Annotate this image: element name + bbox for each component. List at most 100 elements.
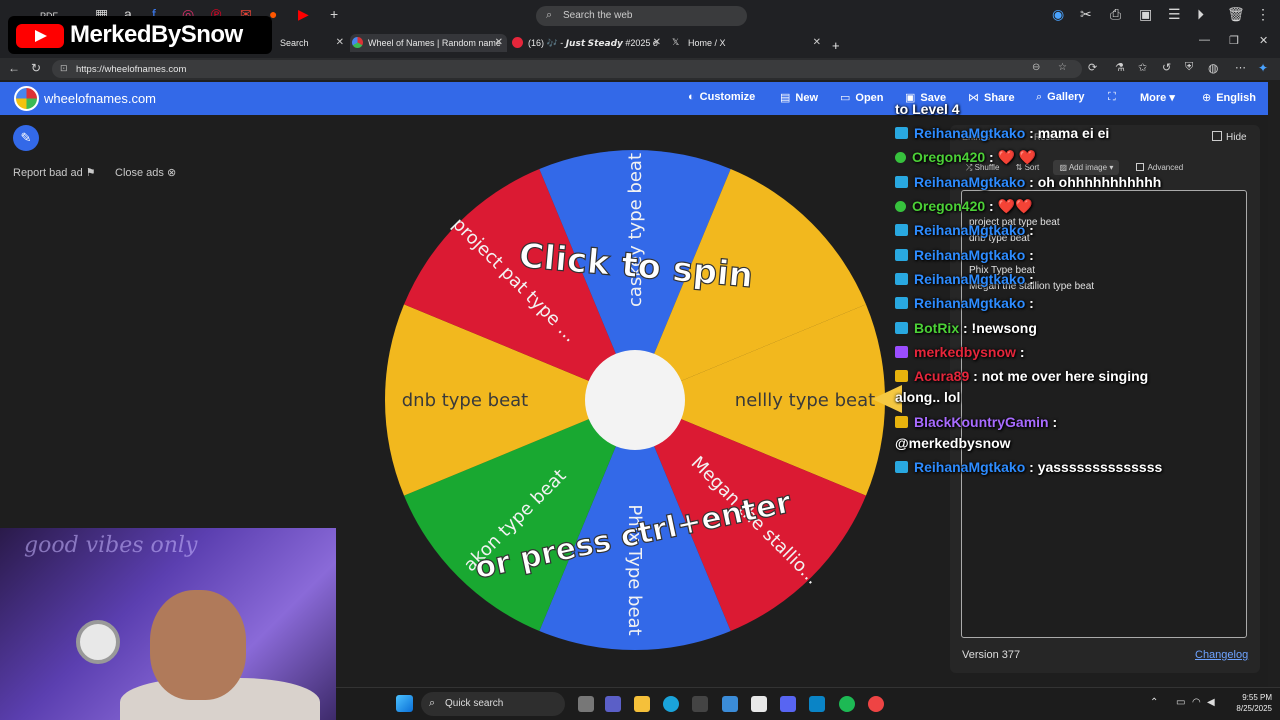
gallery-button[interactable]: ⌕ Gallery [1036, 91, 1084, 104]
chat-badge-icon [895, 176, 908, 188]
maximize-icon[interactable]: ❐ [1229, 34, 1239, 54]
chat-message: to Level 4 [895, 101, 960, 117]
changelog-link[interactable]: Changelog [1195, 649, 1248, 661]
volume-icon[interactable]: ◀ [1207, 697, 1215, 708]
edge-icon[interactable] [663, 696, 679, 712]
menu-dots-icon[interactable]: ⋮ [1256, 6, 1270, 26]
taskbar-clock[interactable]: 9:55 PM 8/25/2025 [1224, 692, 1272, 714]
chat-username: Oregon420 [912, 149, 990, 165]
teams-icon[interactable] [605, 696, 621, 712]
copilot-icon[interactable]: ✦ [1258, 61, 1268, 75]
wifi-icon[interactable]: ◠ [1192, 697, 1201, 708]
more-button[interactable]: More ▾ [1140, 91, 1175, 104]
hide-checkbox[interactable]: Hide [1212, 131, 1247, 143]
app-icon[interactable] [868, 696, 884, 712]
back-icon[interactable]: ← [8, 61, 20, 75]
windows-start-icon[interactable] [396, 695, 413, 712]
site-info-icon[interactable]: ⊡ [60, 63, 68, 74]
new-tab-button[interactable]: + [828, 34, 848, 52]
app-icon[interactable] [751, 696, 767, 712]
wheel-center-hub[interactable] [585, 350, 685, 450]
file-explorer-icon[interactable] [634, 696, 650, 712]
close-icon[interactable]: ✕ [495, 37, 503, 48]
url-text: https://wheelofnames.com [76, 64, 187, 75]
sync-icon[interactable]: ⚗ [1115, 61, 1125, 74]
tab-label: Home / X [688, 38, 726, 48]
close-icon[interactable]: ✕ [336, 37, 344, 48]
globe-icon: ⊕ [1202, 92, 1212, 104]
chat-message: ReihanaMgtkako : [895, 222, 1034, 238]
flag-icon: ⚑ [85, 167, 96, 179]
wheel-slice-label: nellly type beat [735, 390, 875, 411]
extensions-icon[interactable]: ⟳ [1088, 61, 1097, 74]
new-tab-icon[interactable]: + [330, 6, 338, 26]
history-icon[interactable]: ↺ [1162, 61, 1171, 74]
customize-button[interactable]: ◐ Customize [688, 91, 755, 103]
app-icon[interactable] [809, 696, 825, 712]
minimize-icon[interactable]: — [1199, 34, 1210, 54]
trash-icon[interactable]: 🗑 [1227, 6, 1245, 26]
edit-pencil-button[interactable]: ✎ [13, 125, 39, 151]
file-icon: ▤ [780, 92, 791, 104]
report-bad-ad-link[interactable]: Report bad ad ⚑ [13, 166, 96, 179]
site-name[interactable]: wheelofnames.com [44, 91, 156, 106]
add-image-button[interactable]: ▨ Add image ▾ [1053, 160, 1120, 175]
chat-badge-icon [895, 370, 908, 382]
channel-overlay: MerkedBySnow [8, 16, 272, 54]
tray-chevron-icon[interactable]: ⌃ [1150, 697, 1158, 708]
spotify-icon[interactable] [839, 696, 855, 712]
chat-text: : [1029, 271, 1034, 287]
url-field[interactable]: ⊡ https://wheelofnames.com ⊖ ☆ [52, 60, 1082, 78]
refresh-icon[interactable]: ↻ [31, 61, 41, 75]
language-button[interactable]: ⊕ English [1202, 91, 1256, 104]
close-window-icon[interactable]: ✕ [1259, 34, 1268, 54]
youtube-icon[interactable]: ▶ [298, 6, 309, 26]
fullscreen-button[interactable]: ⛶ [1108, 91, 1121, 104]
chat-message: merkedbysnow : [895, 344, 1025, 360]
discord-icon[interactable] [780, 696, 796, 712]
profile-avatar-icon[interactable]: ◍ [1208, 61, 1218, 75]
tab-youtube-stream[interactable]: (16) 🎶 - 𝙅𝙪𝙨𝙩 𝙎𝙩𝙚𝙖𝙙𝙮 #2025 o ✕ [510, 34, 665, 52]
site-logo-icon[interactable] [14, 86, 39, 111]
print-icon[interactable]: ⎙ [1110, 6, 1121, 26]
store-icon[interactable] [692, 696, 708, 712]
task-view-icon[interactable] [578, 696, 594, 712]
open-button[interactable]: ▭ Open [840, 91, 884, 104]
advanced-checkbox[interactable]: Advanced [1135, 163, 1183, 172]
close-ads-link[interactable]: Close ads ⊗ [115, 166, 176, 179]
address-bar-row: ← ↻ ⊡ https://wheelofnames.com ⊖ ☆ ⟳ ⚗ ✩… [0, 58, 1280, 80]
notes-icon[interactable]: ☰ [1168, 6, 1181, 26]
new-button[interactable]: ▤ New [780, 91, 818, 104]
chat-text: : [1052, 414, 1058, 430]
settings-dots-icon[interactable]: ⋯ [1235, 61, 1246, 74]
channel-name: MerkedBySnow [70, 21, 243, 48]
chat-message: along.. lol [895, 389, 960, 405]
close-icon[interactable]: ✕ [813, 37, 821, 48]
screen-capture-icon[interactable]: ▣ [1139, 6, 1152, 26]
extension-badge-icon[interactable]: ◉ [1052, 6, 1064, 26]
checkbox-icon [1212, 131, 1222, 141]
share-button[interactable]: ⋈ Share [968, 91, 1015, 104]
chat-message: BlackKountryGamin : [895, 414, 1057, 430]
copilot-app-icon[interactable] [722, 696, 738, 712]
zoom-icon[interactable]: ⊖ [1032, 62, 1040, 73]
chat-text: : mama ei ei [1029, 125, 1110, 141]
shield-icon[interactable]: ⛨ [1185, 61, 1193, 74]
clock-time: 9:55 PM [1242, 693, 1272, 702]
tab-x-home[interactable]: 𝕏 Home / X ✕ [670, 34, 825, 52]
tab-wheel-of-names[interactable]: Wheel of Names | Random name ✕ [350, 34, 507, 52]
taskbar-search[interactable]: ⌕ Quick search [421, 692, 565, 716]
tray-icon[interactable]: ▭ [1176, 697, 1185, 708]
scissors-icon[interactable]: ✂ [1080, 6, 1092, 26]
wheel-slice-label: dnb type beat [402, 390, 529, 411]
play-icon[interactable]: ⏵ [1197, 6, 1204, 26]
favorites-icon[interactable]: ✩ [1138, 61, 1147, 74]
youtube-favicon-icon [512, 37, 523, 48]
image-icon: ▨ [1059, 163, 1068, 172]
tab-search[interactable]: Search ✕ [262, 34, 348, 52]
search-web-box[interactable]: ⌕ Search the web [536, 6, 747, 26]
wheel-of-names[interactable]: nellly type beatMegan the stallio...Phix… [380, 145, 890, 655]
favorite-star-icon[interactable]: ☆ [1058, 62, 1067, 73]
chat-message: ReihanaMgtkako : yassssssssssssss [895, 459, 1162, 475]
close-icon[interactable]: ✕ [653, 37, 661, 48]
